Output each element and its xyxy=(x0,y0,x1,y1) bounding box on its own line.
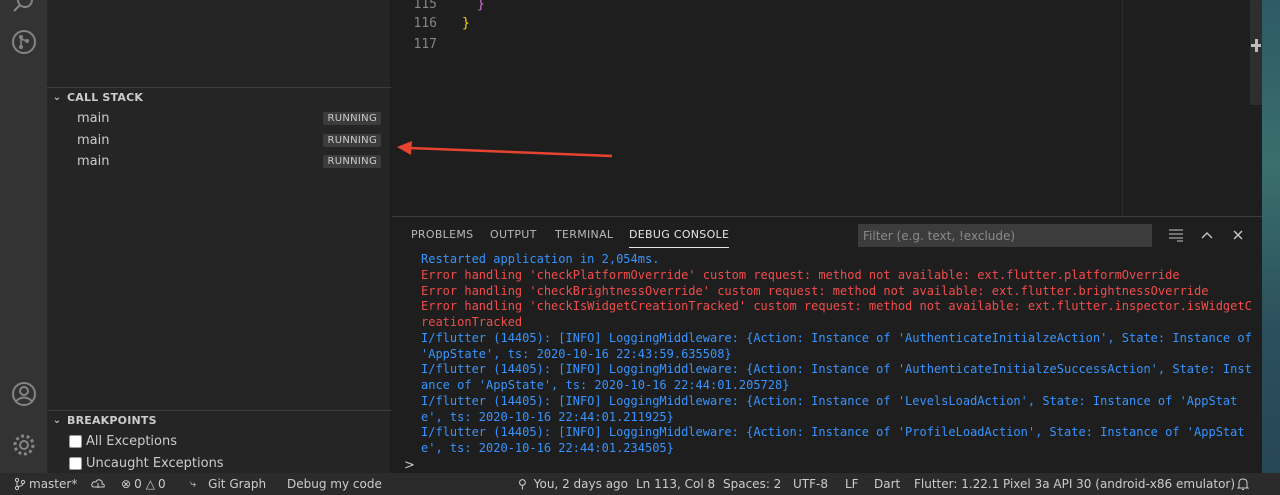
line-number: 117 xyxy=(413,36,437,52)
account-icon[interactable] xyxy=(11,381,37,407)
debug-console-output: Restarted application in 2,054ms. Error … xyxy=(421,252,1255,457)
blame-text: You, 2 days ago xyxy=(533,477,629,491)
status-badge: RUNNING xyxy=(323,133,381,147)
sync-icon[interactable] xyxy=(91,473,105,495)
console-line: Restarted application in 2,054ms. xyxy=(421,252,660,266)
breakpoint-label: Uncaught Exceptions xyxy=(86,455,224,471)
uncaught-exceptions-checkbox[interactable] xyxy=(69,456,82,470)
frame-name: main xyxy=(77,132,110,148)
console-filter-input[interactable]: Filter (e.g. text, !exclude) xyxy=(858,224,1152,247)
tab-output[interactable]: OUTPUT xyxy=(490,228,537,248)
error-count: 0 xyxy=(134,477,142,491)
word-wrap-icon[interactable] xyxy=(1168,227,1184,243)
eol-status[interactable]: LF xyxy=(845,473,859,495)
bell-icon[interactable] xyxy=(1237,473,1249,495)
warning-count: 0 xyxy=(157,477,166,491)
tab-terminal[interactable]: TERMINAL xyxy=(555,228,613,248)
code-text: } xyxy=(462,15,470,31)
console-line: Error handling 'checkBrightnessOverride'… xyxy=(421,283,1209,298)
annotation-arrow xyxy=(397,141,613,158)
git-blame-status[interactable]: ⚲ You, 2 days ago xyxy=(518,473,628,495)
line-number: 115 xyxy=(413,0,437,12)
flutter-version-status[interactable]: Flutter: 1.22.1 xyxy=(914,473,999,495)
warning-icon: △ xyxy=(145,477,155,491)
git-graph-label: Git Graph xyxy=(208,477,267,491)
code-line: 116 } xyxy=(392,12,470,34)
console-line: I/flutter (14405): [INFO] LoggingMiddlew… xyxy=(421,393,1238,424)
code-line: 117 xyxy=(392,33,462,55)
console-prompt[interactable]: > xyxy=(404,458,415,473)
breakpoint-item[interactable]: All Exceptions xyxy=(69,430,177,452)
call-stack-frame[interactable]: main RUNNING xyxy=(47,107,391,129)
call-stack-frame[interactable]: main RUNNING xyxy=(47,129,391,151)
git-branch-icon xyxy=(14,477,26,491)
error-icon: ⊗ xyxy=(121,477,132,491)
bottom-panel: PROBLEMS OUTPUT TERMINAL DEBUG CONSOLE F… xyxy=(392,216,1262,473)
indentation-status[interactable]: Spaces: 2 xyxy=(723,473,781,495)
breakpoints-title: BREAKPOINTS xyxy=(67,414,157,427)
git-graph-icon: ⤷ xyxy=(190,477,197,490)
code-text: } xyxy=(477,0,485,12)
cursor-ruler-mark xyxy=(1255,39,1258,52)
frame-name: main xyxy=(77,153,110,169)
console-line: Error handling 'checkIsWidgetCreationTra… xyxy=(421,299,1252,329)
debug-config-button[interactable]: Debug my code xyxy=(287,473,382,495)
chevron-down-icon: ⌄ xyxy=(52,415,62,426)
close-icon[interactable] xyxy=(1230,227,1246,243)
settings-gear-icon[interactable] xyxy=(11,432,37,458)
call-stack-frame[interactable]: main RUNNING xyxy=(47,150,391,172)
branch-status[interactable]: master* xyxy=(14,473,77,495)
status-badge: RUNNING xyxy=(323,111,381,125)
minimap-divider xyxy=(1122,0,1123,216)
editor-scrollbar[interactable] xyxy=(1250,0,1262,105)
breakpoint-label: All Exceptions xyxy=(86,433,177,449)
tab-problems[interactable]: PROBLEMS xyxy=(411,228,473,248)
source-control-icon[interactable] xyxy=(11,29,37,55)
commit-icon: ⚲ xyxy=(518,477,527,491)
device-status[interactable]: Pixel 3a API 30 (android-x86 emulator) xyxy=(1003,473,1235,495)
frame-name: main xyxy=(77,110,110,126)
branch-name: master* xyxy=(29,477,78,491)
code-editor[interactable]: 115 } 116 } 117 xyxy=(392,0,1280,216)
cursor-position[interactable]: Ln 113, Col 8 xyxy=(636,473,715,495)
call-stack-header[interactable]: ⌄ CALL STACK xyxy=(47,87,391,107)
activity-bar xyxy=(0,0,47,473)
search-icon[interactable] xyxy=(11,0,37,16)
all-exceptions-checkbox[interactable] xyxy=(69,434,82,448)
chevron-down-icon: ⌄ xyxy=(52,92,62,103)
status-badge: RUNNING xyxy=(323,154,381,168)
console-line: I/flutter (14405): [INFO] LoggingMiddlew… xyxy=(421,362,1252,392)
encoding-status[interactable]: UTF-8 xyxy=(793,473,828,495)
breakpoint-item[interactable]: Uncaught Exceptions xyxy=(69,452,224,474)
console-line: I/flutter (14405): [INFO] LoggingMiddlew… xyxy=(421,330,1260,361)
debug-sidebar: ⌄ CALL STACK main RUNNING main RUNNING m… xyxy=(47,0,391,473)
call-stack-title: CALL STACK xyxy=(67,91,144,104)
problems-status[interactable]: ⊗ 0 △ 0 xyxy=(121,473,166,495)
tab-debug-console[interactable]: DEBUG CONSOLE xyxy=(629,228,730,248)
language-status[interactable]: Dart xyxy=(874,473,900,495)
breakpoints-header[interactable]: ⌄ BREAKPOINTS xyxy=(47,410,391,430)
line-number: 116 xyxy=(413,15,437,31)
status-bar: master* ⊗ 0 △ 0 ⤷ Git Graph Debug my cod… xyxy=(0,473,1280,495)
desktop-background-strip xyxy=(1262,0,1280,473)
chevron-up-icon[interactable] xyxy=(1199,227,1215,243)
console-line: Error handling 'checkPlatformOverride' c… xyxy=(421,267,1180,282)
git-graph-button[interactable]: ⤷ Git Graph xyxy=(190,473,266,495)
console-line: I/flutter (14405): [INFO] LoggingMiddlew… xyxy=(421,425,1245,455)
